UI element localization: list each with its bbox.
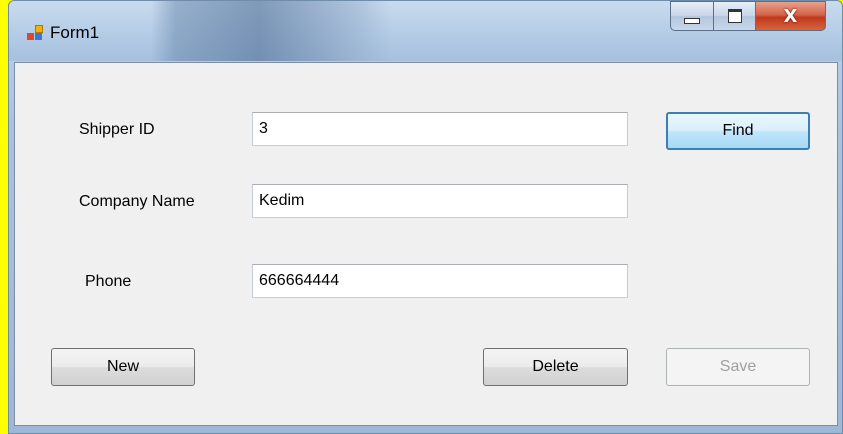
maximize-button[interactable] bbox=[714, 1, 756, 31]
form1-window: Form1 X Shipper ID 3 Find Company Name K… bbox=[8, 0, 843, 434]
form-client-area: Shipper ID 3 Find Company Name Kedim Pho… bbox=[14, 62, 838, 426]
maximize-icon bbox=[727, 9, 742, 23]
close-icon: X bbox=[783, 5, 798, 27]
app-icon[interactable] bbox=[27, 25, 43, 41]
phone-input[interactable]: 666664444 bbox=[252, 264, 628, 298]
minimize-icon bbox=[684, 18, 700, 24]
delete-button[interactable]: Delete bbox=[483, 348, 628, 386]
save-button: Save bbox=[666, 348, 810, 386]
company-name-input[interactable]: Kedim bbox=[252, 184, 628, 218]
minimize-button[interactable] bbox=[670, 1, 714, 31]
new-button[interactable]: New bbox=[51, 348, 195, 386]
company-name-label: Company Name bbox=[79, 193, 195, 210]
close-button[interactable]: X bbox=[756, 1, 826, 31]
shipper-id-input[interactable]: 3 bbox=[252, 112, 628, 146]
window-title: Form1 bbox=[50, 23, 100, 42]
caption-buttons: X bbox=[670, 1, 826, 31]
phone-label: Phone bbox=[85, 273, 132, 290]
shipper-id-label: Shipper ID bbox=[79, 121, 155, 138]
title-bar[interactable]: Form1 X bbox=[9, 1, 842, 61]
find-button[interactable]: Find bbox=[666, 112, 810, 150]
